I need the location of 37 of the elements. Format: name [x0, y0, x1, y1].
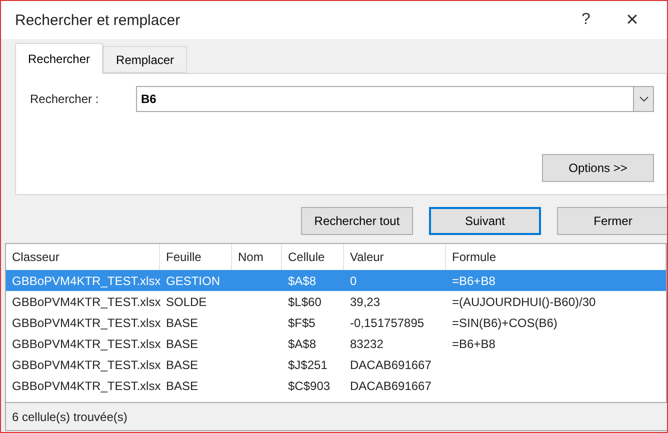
table-cell[interactable]: $C$903 — [282, 375, 344, 396]
dialog-button[interactable]: Suivant — [429, 207, 541, 235]
table-cell[interactable]: GBBoPVM4KTR_TEST.xlsx — [6, 354, 160, 375]
table-cell[interactable]: SOLDE — [160, 291, 232, 312]
table-cell[interactable]: DACAB691667 — [344, 354, 446, 375]
table-cell[interactable]: =B6+B8 — [446, 333, 666, 354]
tab[interactable]: Rechercher — [15, 43, 104, 74]
table-cell[interactable]: BASE — [160, 354, 232, 375]
table-cell[interactable]: DACAB691667 — [344, 375, 446, 396]
table-cell[interactable]: 39,23 — [344, 291, 446, 312]
status-text: 6 cellule(s) trouvée(s) — [12, 410, 128, 424]
table-cell[interactable]: $F$5 — [282, 312, 344, 333]
help-button[interactable]: ? — [563, 10, 609, 30]
window-title: Rechercher et remplacer — [15, 12, 182, 28]
dialog-button[interactable]: Rechercher tout — [301, 207, 413, 235]
table-cell[interactable]: $J$251 — [282, 354, 344, 375]
close-button[interactable]: ✕ — [609, 9, 655, 31]
table-cell[interactable]: BASE — [160, 312, 232, 333]
tab[interactable]: Remplacer — [103, 46, 188, 73]
table-cell[interactable]: =SIN(B6)+COS(B6) — [446, 312, 666, 333]
dropdown-button[interactable] — [633, 86, 654, 112]
search-label: Rechercher : — [30, 92, 100, 106]
table-cell[interactable]: $A$8 — [282, 333, 344, 354]
table-cell[interactable]: BASE — [160, 375, 232, 396]
table-cell[interactable]: GBBoPVM4KTR_TEST.xlsx — [6, 333, 160, 354]
table-cell[interactable]: GBBoPVM4KTR_TEST.xlsx — [6, 291, 160, 312]
table-cell[interactable]: =(AUJOURDHUI()-B60)/30 — [446, 291, 666, 312]
table-cell[interactable]: 83232 — [344, 333, 446, 354]
options-button[interactable]: Options >> — [542, 154, 654, 182]
table-cell[interactable]: GBBoPVM4KTR_TEST.xlsx — [6, 312, 160, 333]
chevron-down-icon — [638, 96, 648, 102]
dialog-button[interactable]: Fermer — [557, 207, 667, 235]
search-field[interactable]: B6 — [136, 86, 633, 112]
table-cell[interactable]: GBBoPVM4KTR_TEST.xlsx — [6, 375, 160, 396]
table-cell[interactable]: -0,151757895 — [344, 312, 446, 333]
table-cell[interactable]: $L$60 — [282, 291, 344, 312]
table-cell[interactable]: BASE — [160, 333, 232, 354]
